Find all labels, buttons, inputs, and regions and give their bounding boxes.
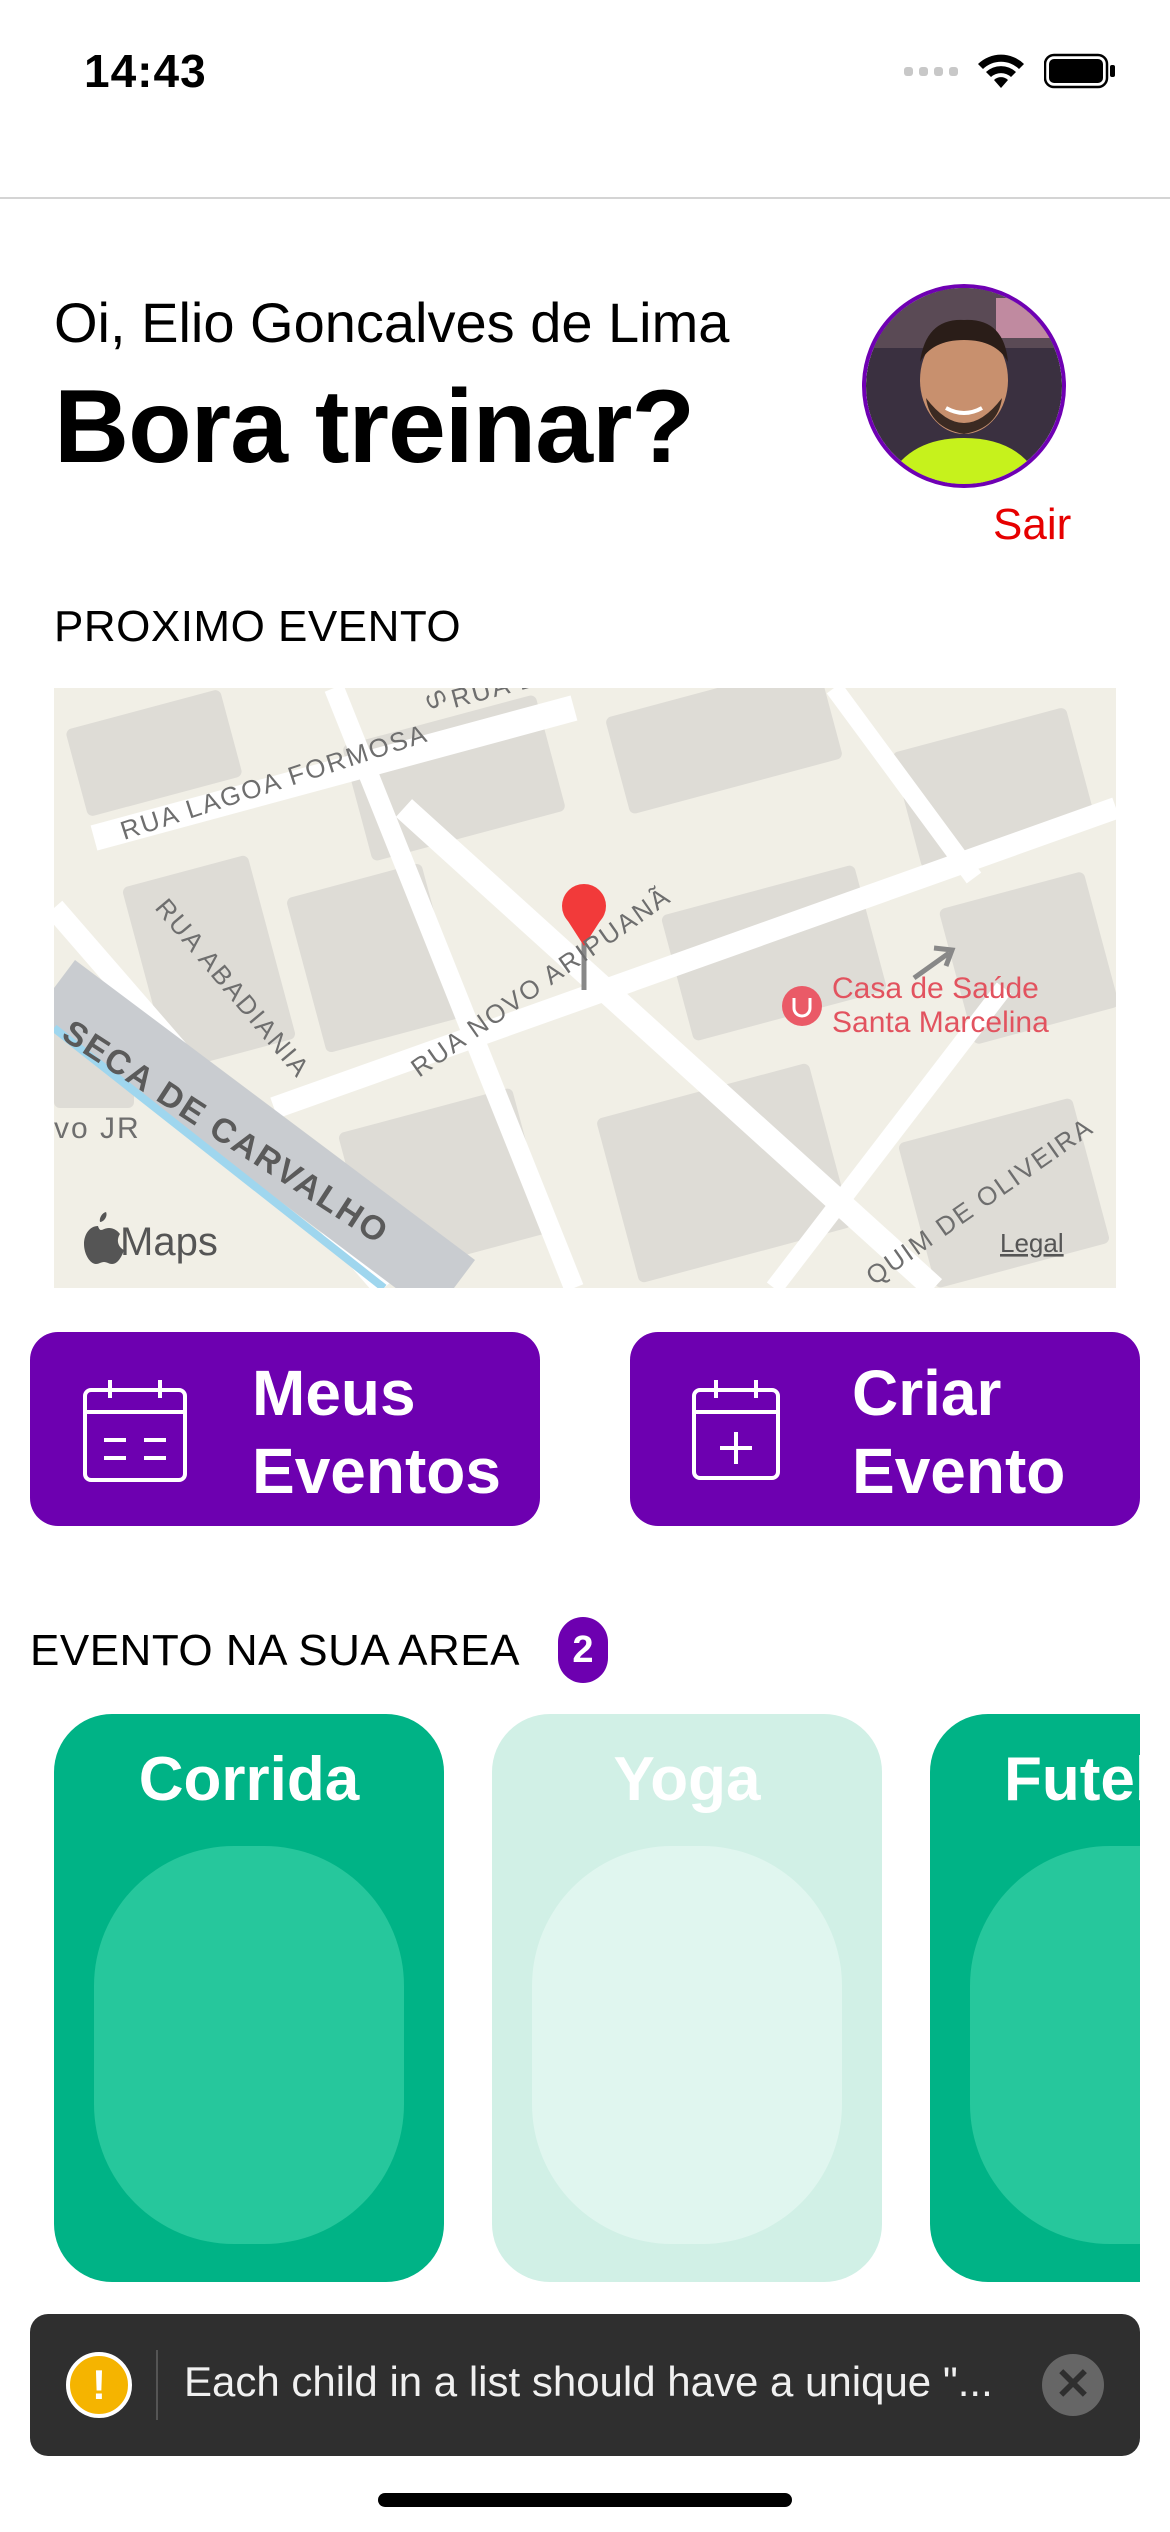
event-card-yoga[interactable]: Yoga <box>492 1714 882 2282</box>
event-card-title: Futebol <box>1004 1745 1140 1814</box>
toast-message: Each child in a list should have a uniqu… <box>184 2358 993 2405</box>
event-card-corrida[interactable]: Corrida <box>54 1714 444 2282</box>
event-card-image-placeholder <box>532 1846 842 2244</box>
warning-toast[interactable]: ! Each child in a list should have a uni… <box>30 2314 1140 2456</box>
event-card-title: Corrida <box>138 1745 360 1814</box>
toast-divider <box>156 2350 158 2420</box>
close-icon[interactable]: ✕ <box>1042 2354 1104 2416</box>
event-card-title: Yoga <box>613 1745 761 1814</box>
event-card-image-placeholder <box>94 1846 404 2244</box>
event-card-image-placeholder <box>970 1846 1140 2244</box>
home-indicator[interactable] <box>378 2493 792 2507</box>
warning-icon: ! <box>66 2352 132 2418</box>
event-card-carousel[interactable]: Corrida Yoga Futebol <box>0 0 1140 2532</box>
event-card-futebol[interactable]: Futebol <box>930 1714 1140 2282</box>
